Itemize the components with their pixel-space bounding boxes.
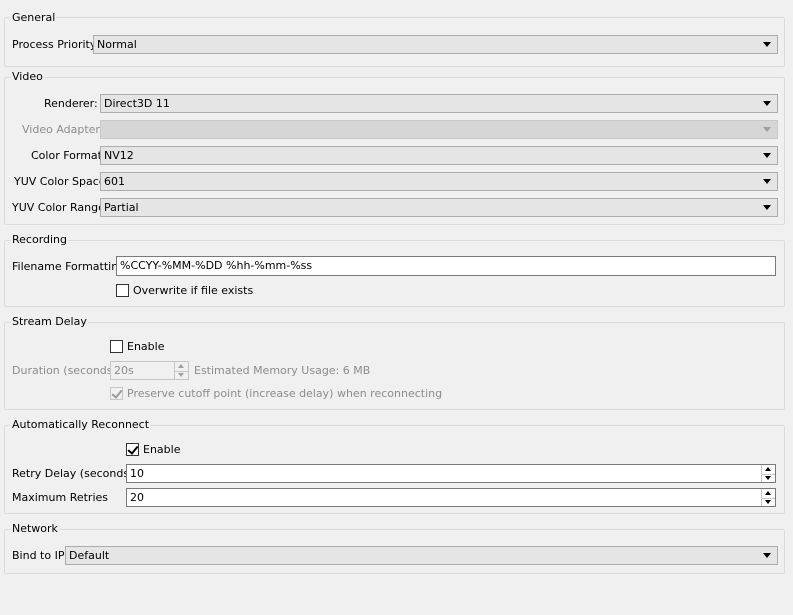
duration-value: 20s — [114, 364, 134, 377]
max-retries-spinbox[interactable]: 20 — [126, 488, 776, 507]
video-adapter-select — [100, 120, 778, 139]
yuv-color-space-select[interactable]: 601 — [100, 172, 778, 191]
bind-to-ip-label: Bind to IP — [12, 549, 65, 562]
filename-formatting-input[interactable]: %CCYY-%MM-%DD %hh-%mm-%ss — [116, 256, 776, 276]
reconnect-enable-label: Enable — [143, 443, 181, 456]
spin-down-icon[interactable] — [765, 500, 771, 504]
duration-spin-buttons — [174, 362, 188, 379]
chevron-down-icon — [763, 553, 771, 558]
chevron-down-icon — [763, 179, 771, 184]
memory-usage-label: Estimated Memory Usage: 6 MB — [194, 364, 371, 377]
stream-delay-enable-checkbox[interactable] — [110, 340, 123, 353]
preserve-cutoff-label: Preserve cutoff point (increase delay) w… — [127, 387, 443, 400]
video-title: Video — [11, 70, 44, 83]
retry-delay-label: Retry Delay (seconds) — [12, 467, 134, 480]
bind-to-ip-value: Default — [69, 549, 110, 562]
duration-label: Duration (seconds) — [12, 364, 117, 377]
max-retries-value: 20 — [130, 491, 144, 504]
chevron-down-icon — [763, 42, 771, 47]
process-priority-label: Process Priority — [12, 38, 97, 51]
process-priority-select[interactable]: Normal — [93, 35, 778, 54]
color-format-select[interactable]: NV12 — [100, 146, 778, 165]
yuv-color-space-value: 601 — [104, 175, 125, 188]
max-retries-label: Maximum Retries — [12, 491, 109, 504]
chevron-down-icon — [763, 205, 771, 210]
renderer-label: Renderer: — [44, 97, 98, 110]
filename-formatting-label: Filename Formatting — [12, 260, 126, 273]
chevron-down-icon — [763, 153, 771, 158]
preserve-cutoff-checkbox — [110, 387, 123, 400]
yuv-color-range-select[interactable]: Partial — [100, 198, 778, 217]
reconnect-enable-checkbox[interactable] — [126, 443, 139, 456]
network-title: Network — [11, 522, 59, 535]
chevron-down-icon — [763, 127, 771, 132]
renderer-select[interactable]: Direct3D 11 — [100, 94, 778, 113]
checkmark-icon — [127, 443, 139, 455]
spin-down-icon — [178, 373, 184, 377]
retry-delay-spinbox[interactable]: 10 — [126, 464, 776, 483]
yuv-color-space-label: YUV Color Space — [14, 175, 106, 188]
spin-up-icon[interactable] — [765, 467, 771, 471]
yuv-color-range-label: YUV Color Range — [12, 201, 105, 214]
process-priority-value: Normal — [97, 38, 137, 51]
reconnect-title: Automatically Reconnect — [11, 418, 151, 431]
retry-delay-spin-buttons[interactable] — [761, 465, 775, 482]
video-adapter-label: Video Adapter: — [22, 123, 104, 136]
recording-title: Recording — [11, 233, 69, 246]
checkmark-icon — [111, 387, 123, 399]
spin-up-icon[interactable] — [765, 491, 771, 495]
chevron-down-icon — [763, 101, 771, 106]
duration-spinbox: 20s — [110, 361, 189, 380]
max-retries-spin-buttons[interactable] — [761, 489, 775, 506]
color-format-label: Color Format — [31, 149, 102, 162]
overwrite-checkbox[interactable] — [116, 284, 129, 297]
general-title: General — [11, 11, 57, 24]
color-format-value: NV12 — [104, 149, 134, 162]
bind-to-ip-select[interactable]: Default — [65, 546, 778, 565]
spin-up-icon — [178, 364, 184, 368]
stream-delay-enable-label: Enable — [127, 340, 165, 353]
yuv-color-range-value: Partial — [104, 201, 139, 214]
renderer-value: Direct3D 11 — [104, 97, 170, 110]
stream-delay-title: Stream Delay — [11, 315, 88, 328]
overwrite-label: Overwrite if file exists — [133, 284, 254, 297]
retry-delay-value: 10 — [130, 467, 144, 480]
spin-down-icon[interactable] — [765, 476, 771, 480]
